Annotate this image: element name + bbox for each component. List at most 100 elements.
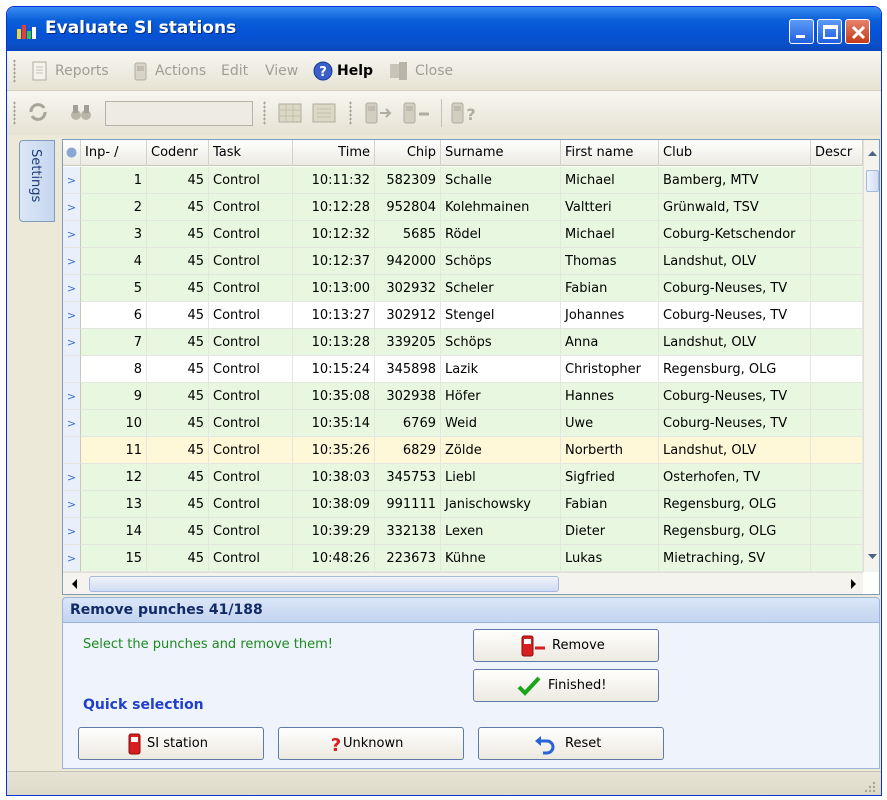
- column-header-task[interactable]: Task: [209, 140, 293, 166]
- cell-club: Coburg-Neuses, TV: [659, 410, 811, 437]
- table-row[interactable]: >13 45 Control 10:38:09 991111 Janischowsky Fa…: [63, 491, 863, 518]
- table-row[interactable]: >3 45 Control 10:12:32 5685 Rödel Michael Cobur…: [63, 221, 863, 248]
- table-row[interactable]: >7 45 Control 10:13:28 339205 Schöps Anna Lands…: [63, 329, 863, 356]
- minimize-button[interactable]: [789, 19, 814, 44]
- cell-club: Coburg-Neuses, TV: [659, 302, 811, 329]
- column-header-codenr[interactable]: Codenr: [147, 140, 209, 166]
- tab-settings[interactable]: Settings: [19, 140, 55, 222]
- row-marker-arrow-icon[interactable]: >: [63, 167, 81, 194]
- column-header-time[interactable]: Time: [293, 140, 375, 166]
- horizontal-scrollbar[interactable]: [63, 572, 863, 594]
- table-row[interactable]: >2 45 Control 10:12:28 952804 Kolehmainen Valt…: [63, 194, 863, 221]
- table-row[interactable]: >6 45 Control 10:13:27 302912 Stengel Johannes…: [63, 302, 863, 329]
- row-marker-arrow-icon[interactable]: >: [63, 194, 81, 221]
- vertical-scroll-thumb[interactable]: [866, 170, 879, 192]
- column-header-descr[interactable]: Descr: [811, 140, 863, 166]
- cell-first-name: Christopher: [561, 356, 659, 383]
- cell-codenr: 45: [147, 518, 209, 545]
- menu-reports[interactable]: Reports: [55, 63, 109, 79]
- column-header-club[interactable]: Club: [659, 140, 811, 166]
- cell-surname: Scheler: [441, 275, 561, 302]
- row-marker[interactable]: [63, 356, 81, 383]
- toolbar-grip-3[interactable]: [349, 101, 352, 125]
- cell-time: 10:13:00: [293, 275, 375, 302]
- table-row[interactable]: 11 45 Control 10:35:26 6829 Zölde Norberth Land…: [63, 437, 863, 464]
- si-station-button[interactable]: SI station: [78, 727, 264, 760]
- row-marker-arrow-icon[interactable]: >: [63, 302, 81, 329]
- menu-help[interactable]: Help: [337, 63, 373, 79]
- tab-settings-label: Settings: [28, 149, 43, 203]
- si-add-icon[interactable]: [363, 101, 395, 125]
- scroll-down-icon[interactable]: [864, 546, 880, 566]
- cell-task: Control: [209, 518, 293, 545]
- menu-grip[interactable]: [13, 59, 16, 83]
- cell-input: 1: [81, 167, 147, 194]
- column-header-first-name[interactable]: First name: [561, 140, 659, 166]
- cell-time: 10:12:28: [293, 194, 375, 221]
- menu-close[interactable]: Close: [415, 63, 453, 79]
- instruction-text: Select the punches and remove them!: [83, 637, 334, 652]
- punches-grid[interactable]: ● Inp‐ / Codenr Task Time Chip Surname F…: [62, 139, 880, 595]
- grid-view-icon[interactable]: [277, 101, 303, 125]
- vertical-scrollbar[interactable]: [863, 140, 880, 572]
- reset-button[interactable]: Reset: [478, 727, 664, 760]
- row-marker-arrow-icon[interactable]: >: [63, 383, 81, 410]
- table-row[interactable]: >15 45 Control 10:48:26 223673 Kühne Lukas Miet…: [63, 545, 863, 572]
- table-row[interactable]: >9 45 Control 10:35:08 302938 Höfer Hannes Cobu…: [63, 383, 863, 410]
- list-view-icon[interactable]: [311, 101, 337, 125]
- row-marker-arrow-icon[interactable]: >: [63, 329, 81, 356]
- row-marker-arrow-icon[interactable]: >: [63, 248, 81, 275]
- svg-text:?: ?: [466, 105, 475, 124]
- row-marker-arrow-icon[interactable]: >: [63, 221, 81, 248]
- row-marker-arrow-icon[interactable]: >: [63, 275, 81, 302]
- si-station-label: SI station: [147, 736, 208, 751]
- title-bar[interactable]: Evaluate SI stations: [7, 7, 881, 51]
- menu-edit[interactable]: Edit: [221, 63, 248, 79]
- cell-first-name: Lukas: [561, 545, 659, 572]
- search-input[interactable]: [105, 101, 253, 126]
- scroll-left-icon[interactable]: [65, 573, 85, 595]
- menu-view[interactable]: View: [265, 63, 298, 79]
- si-query-icon[interactable]: ?: [449, 101, 481, 125]
- table-row[interactable]: >14 45 Control 10:39:29 332138 Lexen Dieter Reg…: [63, 518, 863, 545]
- row-marker-arrow-icon[interactable]: >: [63, 410, 81, 437]
- si-remove-icon[interactable]: [401, 101, 433, 125]
- cell-club: Regensburg, OLG: [659, 518, 811, 545]
- refresh-icon[interactable]: [27, 101, 49, 123]
- table-row[interactable]: >1 45 Control 10:11:32 582309 Schalle Michael B…: [63, 167, 863, 194]
- horizontal-scroll-thumb[interactable]: [89, 576, 559, 592]
- menu-actions[interactable]: Actions: [155, 63, 206, 79]
- table-row[interactable]: >4 45 Control 10:12:37 942000 Schöps Thomas Lan…: [63, 248, 863, 275]
- table-row[interactable]: >5 45 Control 10:13:00 302932 Scheler Fabian Co…: [63, 275, 863, 302]
- resize-grip-icon[interactable]: [863, 780, 877, 794]
- row-marker-arrow-icon[interactable]: >: [63, 464, 81, 491]
- close-window-button[interactable]: [845, 19, 870, 44]
- row-marker-arrow-icon[interactable]: >: [63, 518, 81, 545]
- maximize-button[interactable]: [817, 19, 842, 44]
- cell-chip: 582309: [375, 167, 441, 194]
- scroll-up-icon[interactable]: [864, 144, 880, 164]
- toolbar-grip-2[interactable]: [263, 101, 266, 125]
- toolbar-separator: [441, 99, 442, 127]
- binoculars-icon[interactable]: [69, 101, 93, 123]
- column-header-chip[interactable]: Chip: [375, 140, 441, 166]
- table-row[interactable]: 8 45 Control 10:15:24 345898 Lazik Christopher…: [63, 356, 863, 383]
- row-marker-arrow-icon[interactable]: >: [63, 491, 81, 518]
- table-row[interactable]: >10 45 Control 10:35:14 6769 Weid Uwe Coburg-Ne…: [63, 410, 863, 437]
- scroll-right-icon[interactable]: [843, 573, 863, 595]
- finished-button[interactable]: Finished!: [473, 669, 659, 702]
- column-header-surname[interactable]: Surname: [441, 140, 561, 166]
- status-bar: [7, 771, 881, 795]
- cell-first-name: Dieter: [561, 518, 659, 545]
- toolbar-grip[interactable]: [13, 101, 16, 125]
- remove-button[interactable]: Remove: [473, 629, 659, 662]
- unknown-button[interactable]: ? Unknown: [278, 727, 464, 760]
- cell-chip: 6829: [375, 437, 441, 464]
- row-marker-arrow-icon[interactable]: >: [63, 545, 81, 572]
- cell-surname: Schöps: [441, 329, 561, 356]
- cell-surname: Liebl: [441, 464, 561, 491]
- select-all-header[interactable]: ●: [63, 140, 81, 166]
- table-row[interactable]: >12 45 Control 10:38:03 345753 Liebl Sigfried O…: [63, 464, 863, 491]
- column-header-input[interactable]: Inp‐ /: [81, 140, 147, 166]
- row-marker[interactable]: [63, 437, 81, 464]
